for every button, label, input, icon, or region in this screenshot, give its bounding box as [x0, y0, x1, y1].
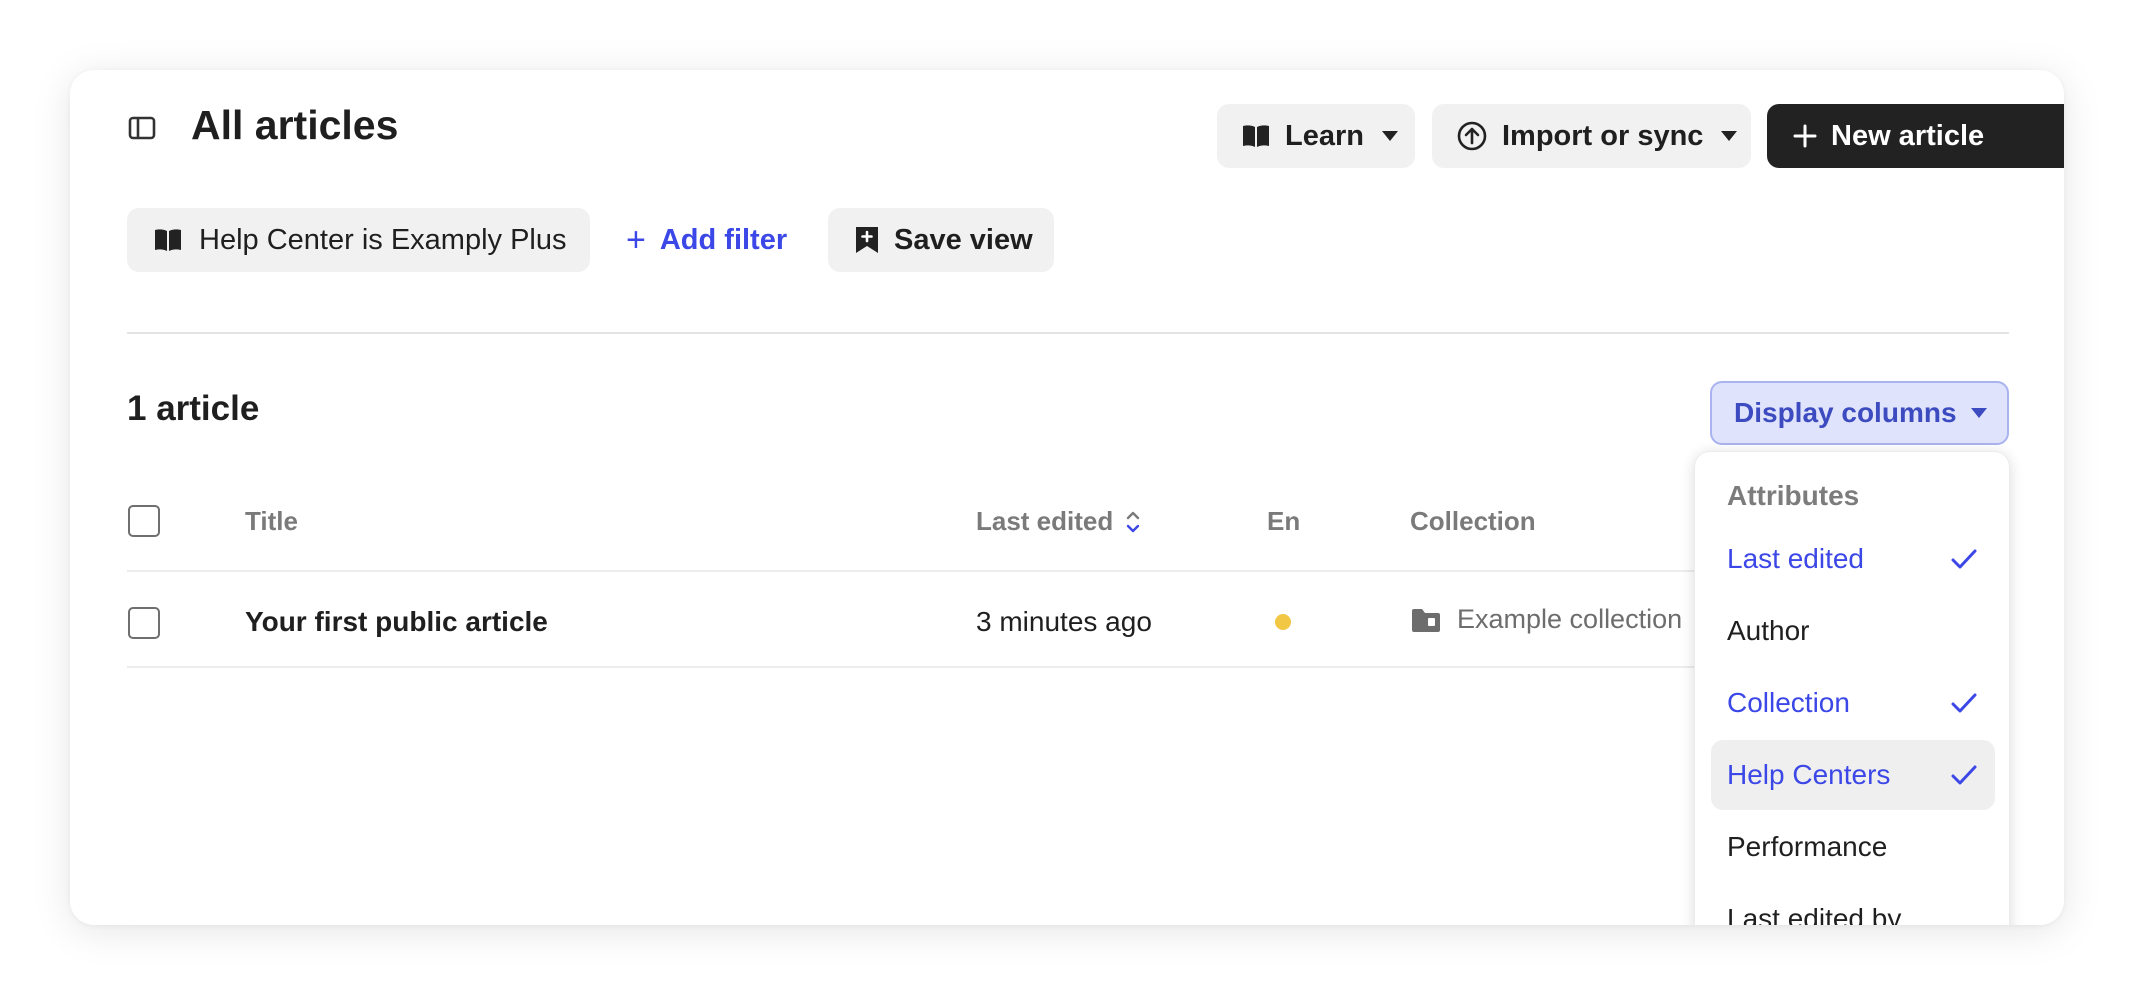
article-title-link[interactable]: Your first public article [245, 606, 548, 638]
check-icon [1951, 762, 1977, 794]
filter-operator: is [361, 223, 383, 256]
learn-label: Learn [1285, 119, 1364, 152]
save-view-label: Save view [894, 223, 1033, 256]
menu-item-last-edited-by[interactable]: Last edited by [1711, 884, 1995, 925]
import-label: Import or sync [1502, 119, 1704, 152]
menu-section-header: Attributes [1727, 480, 1860, 511]
display-columns-menu: Attributes Last edited Author Collection… [1694, 451, 2010, 925]
menu-item-author[interactable]: Author [1711, 596, 1995, 666]
menu-item-label: Author [1727, 615, 1810, 646]
display-columns-label: Display columns [1734, 397, 1957, 428]
menu-item-collection[interactable]: Collection [1711, 668, 1995, 738]
menu-item-label: Help Centers [1727, 759, 1891, 790]
collection-value: Example collection [1457, 604, 1683, 634]
check-icon [1951, 690, 1977, 722]
check-icon [1951, 546, 1977, 578]
caret-down-icon [1381, 131, 1398, 141]
import-or-sync-button[interactable]: Import or sync [1432, 104, 1751, 168]
menu-item-last-edited[interactable]: Last edited [1711, 524, 1995, 594]
caret-down-icon [1970, 408, 1987, 418]
save-view-button[interactable]: Save view [828, 208, 1054, 272]
page-title: All articles [191, 102, 399, 148]
book-icon [1241, 123, 1271, 149]
sidebar-toggle-icon[interactable] [127, 113, 157, 143]
articles-panel: All articles Learn Import or sync New ar… [70, 70, 2064, 925]
table-row-divider [127, 666, 1694, 668]
menu-item-label: Collection [1727, 687, 1850, 718]
filter-value: Examply Plus [390, 223, 567, 256]
bookmark-plus-icon [854, 225, 880, 255]
divider [127, 332, 2009, 334]
plus-icon: + [626, 220, 646, 259]
menu-item-help-centers[interactable]: Help Centers [1711, 740, 1995, 810]
new-article-label: New article [1831, 119, 1985, 152]
row-checkbox[interactable] [128, 607, 160, 639]
language-status-dot [1275, 614, 1291, 630]
learn-button[interactable]: Learn [1217, 104, 1415, 168]
column-header-language: En [1267, 506, 1301, 536]
menu-item-label: Last edited by [1727, 903, 1902, 925]
select-all-checkbox[interactable] [128, 505, 160, 537]
column-header-last-edited[interactable]: Last edited [976, 506, 1141, 537]
add-filter-label: Add filter [659, 223, 788, 256]
last-edited-value: 3 minutes ago [976, 606, 1152, 637]
upload-circle-icon [1456, 120, 1488, 152]
menu-item-performance[interactable]: Performance [1711, 812, 1995, 882]
plus-icon [1793, 124, 1817, 148]
filter-chip-help-center[interactable]: Help Center is Examply Plus [127, 208, 590, 272]
new-article-button[interactable]: New article [1767, 104, 2064, 168]
folder-icon [1411, 607, 1441, 633]
table-row-divider [127, 570, 1694, 572]
menu-item-label: Performance [1727, 831, 1888, 862]
sort-icon[interactable] [1125, 509, 1141, 535]
column-header-last-edited-label: Last edited [976, 506, 1114, 536]
book-icon [153, 227, 183, 253]
collection-cell[interactable]: Example collection [1411, 604, 1682, 635]
column-header-title[interactable]: Title [245, 506, 298, 537]
add-filter-button[interactable]: + Add filter [626, 208, 787, 272]
display-columns-button[interactable]: Display columns [1710, 381, 2009, 445]
menu-item-label: Last edited [1727, 543, 1864, 574]
caret-down-icon [1721, 131, 1738, 141]
column-header-collection: Collection [1410, 506, 1536, 536]
article-count: 1 article [127, 389, 260, 428]
filter-key: Help Center [199, 223, 354, 256]
